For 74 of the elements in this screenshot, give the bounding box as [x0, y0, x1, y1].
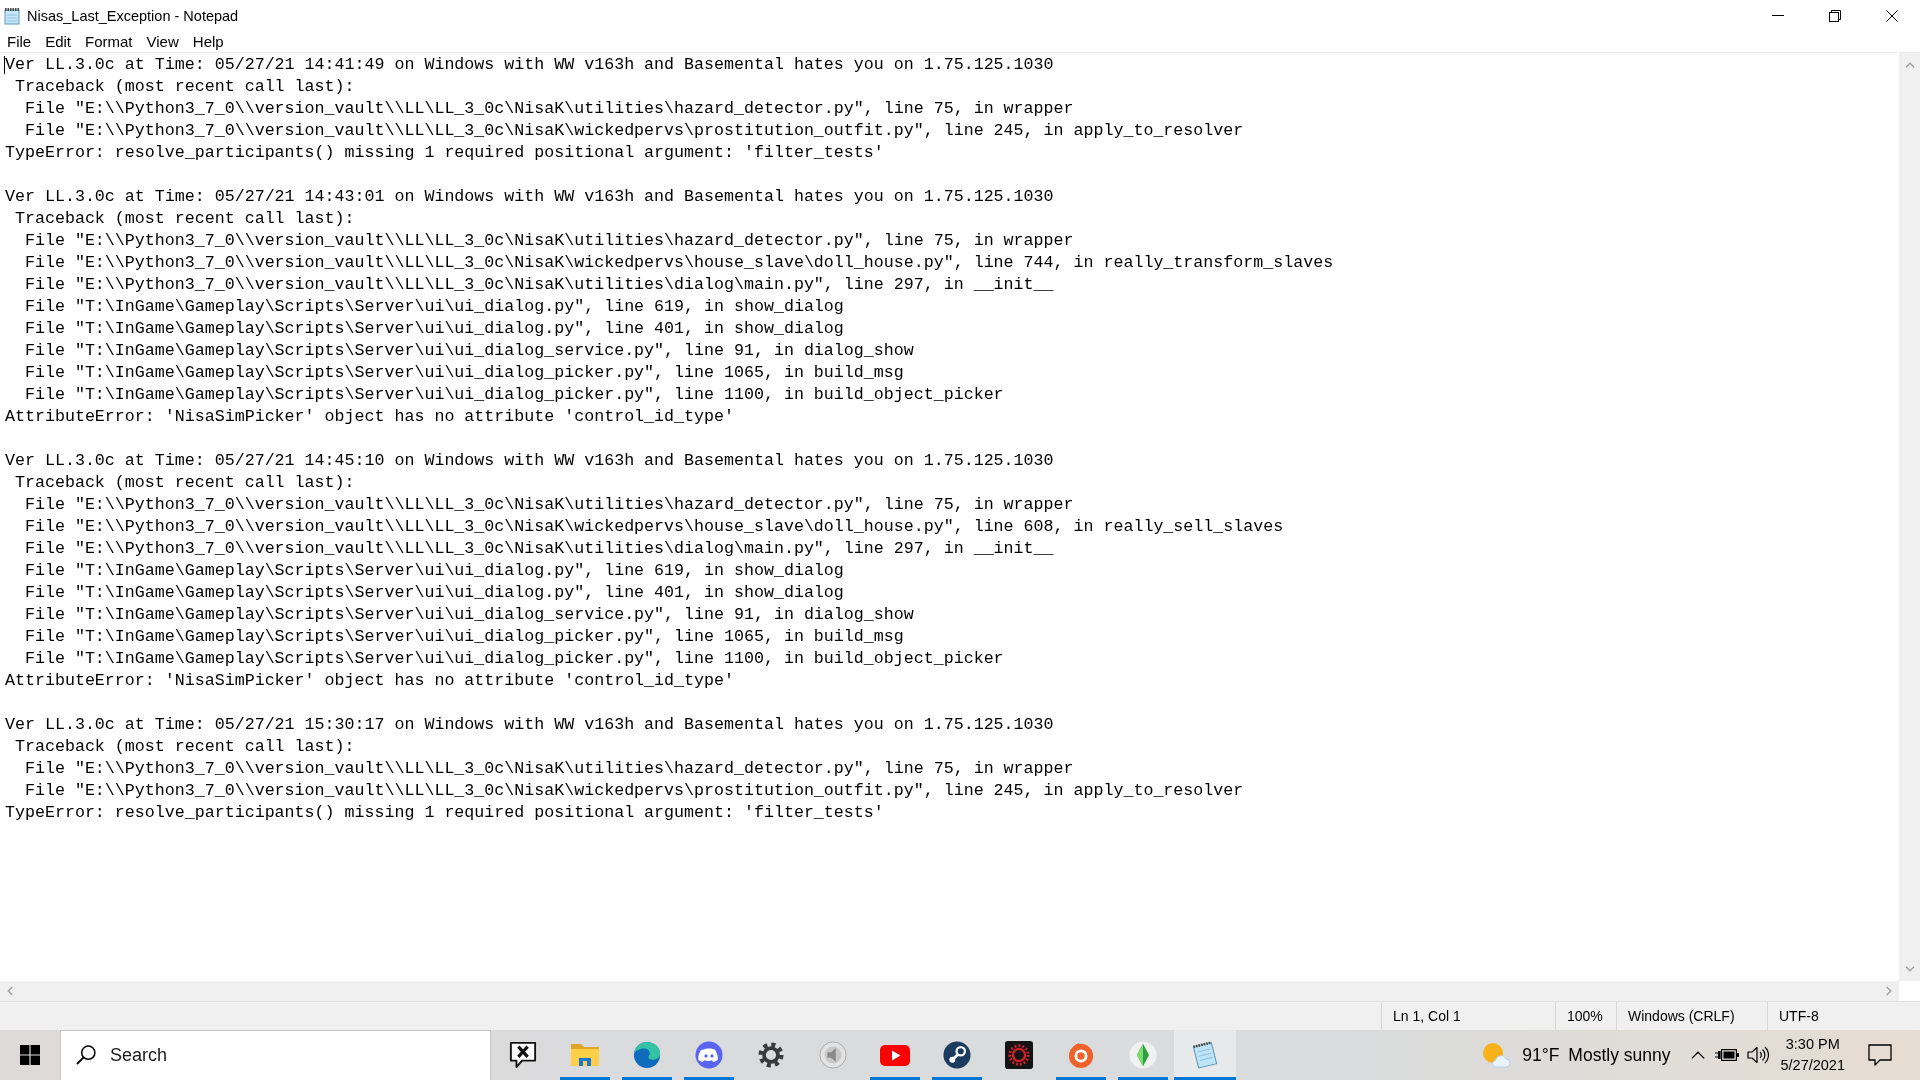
traceback-line: Traceback (most recent call last): [15, 736, 355, 758]
close-icon [1885, 9, 1898, 22]
stack-frame-line: File "E:\\Python3_7_0\\version_vault\\LL\LL_3_0c\NisaK\wickedpervs\prostitution_outfit.py", line 245, in apply_to_resolver [24, 780, 1244, 802]
stack-frame-line: File "E:\\Python3_7_0\\version_vault\\LL\LL_3_0c\NisaK\wickedpervs\prostitution_outfit.py", line 245, in apply_to_resolver [24, 120, 1244, 142]
stack-frame-line: File "E:\\Python3_7_0\\version_vault\\LL\LL_3_0c\NisaK\utilities\hazard_detector.py", line 75, in wrapper [24, 758, 1074, 780]
notepad-icon [1192, 1041, 1218, 1069]
log-header-line: Ver LL.3.0c at Time: 05/27/21 15:30:17 on Windows with WW v163h and Basemental hates you on 1.75.125.1030 [5, 714, 1054, 736]
search-field[interactable]: Search [60, 1030, 491, 1080]
stack-frame-line: File "E:\\Python3_7_0\\version_vault\\LL\LL_3_0c\NisaK\utilities\dialog\main.py", line 297, in __init__ [24, 274, 1054, 296]
zoom-level: 100% [1567, 1008, 1603, 1024]
stack-frame-line: File "E:\\Python3_7_0\\version_vault\\LL\LL_3_0c\NisaK\utilities\hazard_detector.py", line 75, in wrapper [24, 230, 1074, 252]
speech-bubble-cross-icon [509, 1041, 537, 1069]
menu-item[interactable]: Help [185, 32, 231, 51]
log-header-line: Ver LL.3.0c at Time: 05/27/21 14:45:10 on Windows with WW v163h and Basemental hates you on 1.75.125.1030 [5, 450, 1054, 472]
encoding: UTF-8 [1779, 1008, 1819, 1024]
cursor-position: Ln 1, Col 1 [1393, 1008, 1461, 1024]
stack-frame-line: File "T:\InGame\Gameplay\Scripts\Server\ui\ui_dialog.py", line 619, in show_dialog [24, 560, 844, 582]
traceback-line: Traceback (most recent call last): [15, 208, 355, 230]
restore-icon [1828, 9, 1841, 22]
spiked-ring-icon [1005, 1041, 1033, 1069]
menu-item[interactable]: Format [78, 32, 140, 51]
log-header-line: Ver LL.3.0c at Time: 05/27/21 14:43:01 on Windows with WW v163h and Basemental hates you on 1.75.125.1030 [5, 186, 1054, 208]
stack-frame-line: File "T:\InGame\Gameplay\Scripts\Server\ui\ui_dialog.py", line 401, in show_dialog [24, 318, 844, 340]
ring-icon [1067, 1041, 1095, 1069]
notification-icon[interactable] [1868, 1044, 1892, 1066]
stack-frame-line: File "E:\\Python3_7_0\\version_vault\\LL\LL_3_0c\NisaK\utilities\dialog\main.py", line 297, in __init__ [24, 538, 1054, 560]
menu-item[interactable]: View [139, 32, 186, 51]
stack-frame-line: File "T:\InGame\Gameplay\Scripts\Server\ui\ui_dialog_picker.py", line 1065, in build_msg [24, 362, 904, 384]
error-line: TypeError: resolve_participants() missing 1 required positional argument: 'filter_tests' [5, 142, 884, 164]
folder-icon [570, 1043, 600, 1067]
speaker-icon [819, 1041, 847, 1069]
traceback-line: Traceback (most recent call last): [15, 76, 355, 98]
vertical-scrollbar[interactable] [1899, 53, 1920, 981]
swirl-icon [633, 1041, 661, 1069]
error-line: TypeError: resolve_participants() missing 1 required positional argument: 'filter_tests' [5, 802, 884, 824]
stack-frame-line: File "T:\InGame\Gameplay\Scripts\Server\ui\ui_dialog.py", line 619, in show_dialog [24, 296, 844, 318]
volume-icon[interactable] [1747, 1046, 1770, 1064]
circle-lever-icon [943, 1041, 971, 1069]
minimize-icon [1771, 15, 1784, 16]
search-icon [76, 1045, 96, 1065]
stack-frame-line: File "T:\InGame\Gameplay\Scripts\Server\ui\ui_dialog_picker.py", line 1100, in build_object_picker [24, 384, 1004, 406]
chevron-right-icon[interactable] [1886, 986, 1892, 996]
menu-item[interactable]: File [0, 32, 39, 51]
stack-frame-line: File "T:\InGame\Gameplay\Scripts\Server\ui\ui_dialog_picker.py", line 1065, in build_msg [24, 626, 904, 648]
weather-temperature: 91°F [1522, 1044, 1560, 1066]
error-line: AttributeError: 'NisaSimPicker' object has no attribute 'control_id_type' [5, 670, 734, 692]
stack-frame-line: File "T:\InGame\Gameplay\Scripts\Server\ui\ui_dialog_service.py", line 91, in dialog_show [24, 340, 914, 362]
stack-frame-line: File "T:\InGame\Gameplay\Scripts\Server\ui\ui_dialog_service.py", line 91, in dialog_show [24, 604, 914, 626]
gear-icon [758, 1042, 784, 1068]
text-cursor-icon [4, 56, 5, 74]
weather-condition: Mostly sunny [1568, 1044, 1671, 1066]
stack-frame-line: File "T:\InGame\Gameplay\Scripts\Server\ui\ui_dialog.py", line 401, in show_dialog [24, 582, 844, 604]
clock-date: 5/27/2021 [1780, 1056, 1845, 1075]
error-line: AttributeError: 'NisaSimPicker' object has no attribute 'control_id_type' [5, 406, 734, 428]
horizontal-scrollbar[interactable] [0, 981, 1899, 1001]
controller-face-icon [695, 1041, 723, 1069]
battery-icon[interactable] [1715, 1048, 1740, 1062]
log-header-line: Ver LL.3.0c at Time: 05/27/21 14:41:49 on Windows with WW v163h and Basemental hates you on 1.75.125.1030 [5, 54, 1054, 76]
clock-time: 3:30 PM [1785, 1035, 1840, 1054]
menu-item[interactable]: Edit [38, 32, 79, 51]
line-ending: Windows (CRLF) [1628, 1008, 1735, 1024]
chevron-down-icon[interactable] [1904, 966, 1915, 972]
chevron-up-icon[interactable] [1691, 1051, 1706, 1059]
stack-frame-line: File "E:\\Python3_7_0\\version_vault\\LL\LL_3_0c\NisaK\wickedpervs\house_slave\doll_house.py", line 744, in really_transform_slaves [24, 252, 1334, 274]
traceback-line: Traceback (most recent call last): [15, 472, 355, 494]
stack-frame-line: File "E:\\Python3_7_0\\version_vault\\LL\LL_3_0c\NisaK\wickedpervs\house_slave\doll_house.py", line 608, in really_sell_slaves [24, 516, 1284, 538]
stack-frame-line: File "T:\InGame\Gameplay\Scripts\Server\ui\ui_dialog_picker.py", line 1100, in build_object_picker [24, 648, 1004, 670]
chevron-left-icon[interactable] [7, 986, 13, 996]
four-panes-icon [20, 1045, 40, 1065]
notepad-icon [3, 6, 21, 25]
window-title: Nisas_Last_Exception - Notepad [27, 7, 239, 24]
stack-frame-line: File "E:\\Python3_7_0\\version_vault\\LL\LL_3_0c\NisaK\utilities\hazard_detector.py", line 75, in wrapper [24, 98, 1074, 120]
stack-frame-line: File "E:\\Python3_7_0\\version_vault\\LL\LL_3_0c\NisaK\utilities\hazard_detector.py", line 75, in wrapper [24, 494, 1074, 516]
play-icon [880, 1044, 910, 1066]
